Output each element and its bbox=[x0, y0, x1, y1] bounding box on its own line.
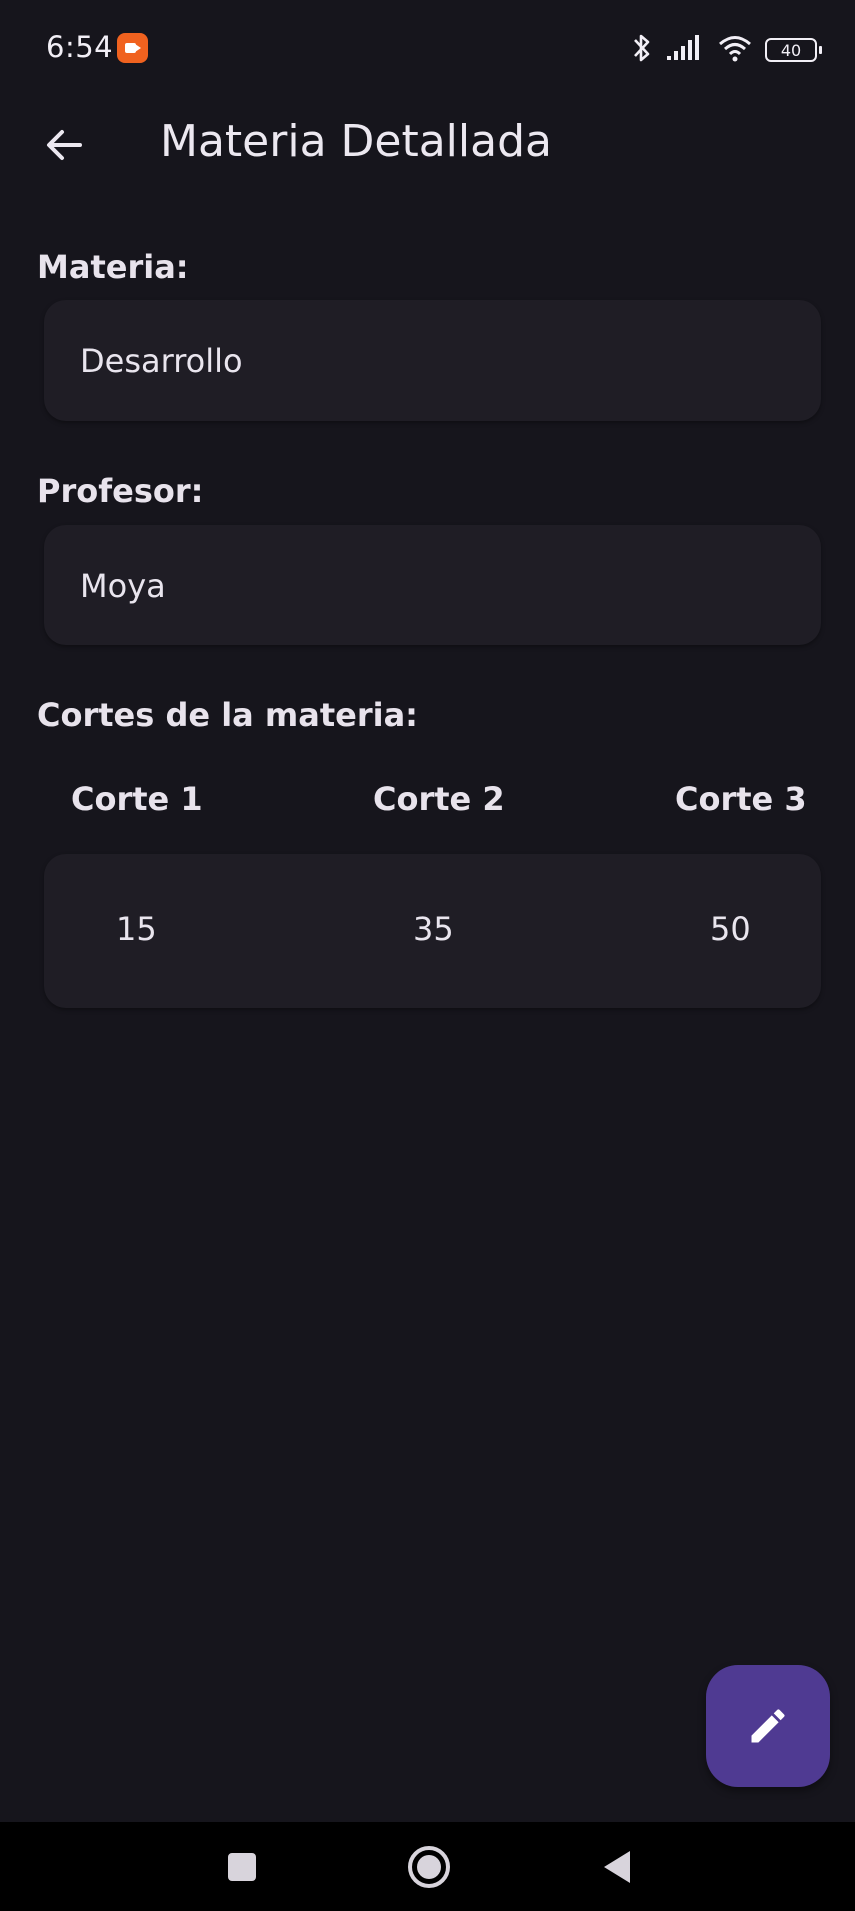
home-button[interactable] bbox=[402, 1840, 456, 1894]
battery-level: 40 bbox=[780, 40, 802, 60]
materia-label: Materia: bbox=[37, 248, 189, 286]
recents-square-icon bbox=[228, 1853, 256, 1881]
back-triangle-icon bbox=[604, 1851, 630, 1883]
materia-value: Desarrollo bbox=[80, 342, 243, 380]
wifi-icon bbox=[717, 33, 753, 67]
screen-record-icon bbox=[117, 33, 148, 63]
edit-button[interactable] bbox=[706, 1665, 830, 1787]
status-bar: 6:54 40 bbox=[0, 0, 855, 100]
signal-icon bbox=[665, 34, 705, 66]
corte-2-header: Corte 2 bbox=[373, 780, 505, 818]
page-title: Materia Detallada bbox=[160, 116, 552, 167]
arrow-back-icon bbox=[47, 130, 82, 160]
screen: 6:54 40 Materia Detallada Materia: Desar… bbox=[0, 0, 855, 1911]
battery-icon: 40 bbox=[765, 38, 822, 62]
home-circle-icon bbox=[408, 1846, 450, 1888]
corte-3-header: Corte 3 bbox=[675, 780, 807, 818]
corte-3-value: 50 bbox=[710, 910, 751, 948]
materia-field[interactable]: Desarrollo bbox=[44, 300, 821, 421]
profesor-label: Profesor: bbox=[37, 472, 204, 510]
system-nav-bar bbox=[0, 1822, 855, 1911]
status-time: 6:54 bbox=[46, 30, 114, 64]
recents-button[interactable] bbox=[215, 1840, 269, 1894]
cortes-label: Cortes de la materia: bbox=[37, 696, 418, 734]
back-button[interactable] bbox=[36, 117, 92, 173]
profesor-value: Moya bbox=[80, 567, 166, 605]
corte-1-value: 15 bbox=[116, 910, 157, 948]
bluetooth-icon bbox=[631, 31, 653, 69]
status-icons: 40 bbox=[631, 30, 822, 70]
edit-pencil-icon bbox=[751, 1709, 785, 1743]
system-back-button[interactable] bbox=[590, 1840, 644, 1894]
profesor-field[interactable]: Moya bbox=[44, 525, 821, 645]
corte-1-header: Corte 1 bbox=[71, 780, 203, 818]
corte-2-value: 35 bbox=[413, 910, 454, 948]
